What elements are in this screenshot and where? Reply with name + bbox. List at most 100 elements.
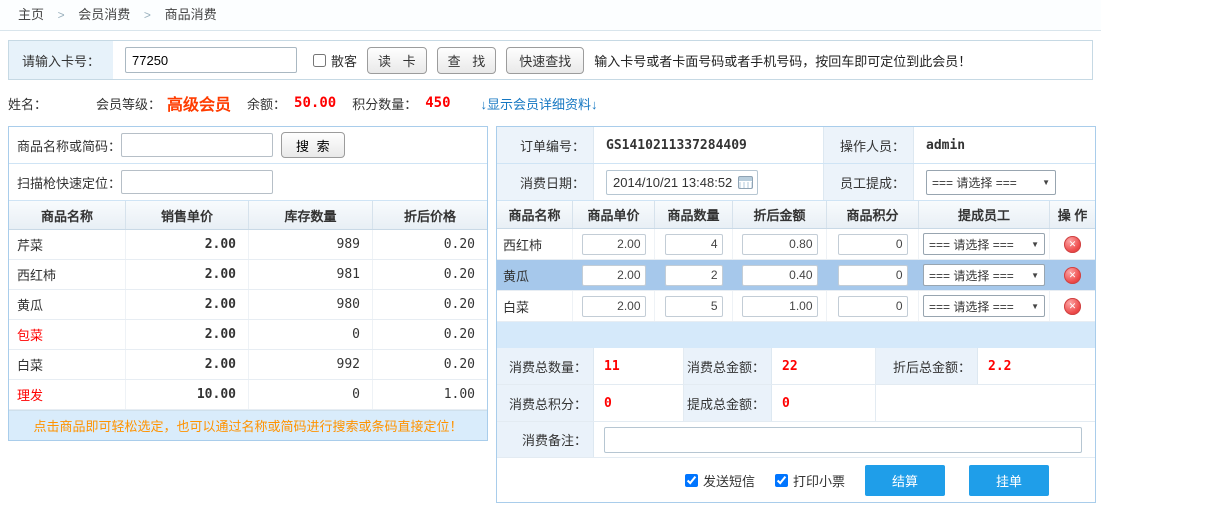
unit-price-input[interactable]	[582, 234, 646, 255]
order-row-selected[interactable]: 黄瓜 === 请选择 === ▼ ✕	[497, 260, 1095, 291]
commission-total-value: 0	[772, 385, 876, 421]
col-action: 操 作	[1050, 201, 1095, 228]
table-row[interactable]: 芹菜 2.00 989 0.20	[9, 230, 487, 260]
table-row[interactable]: 西红柿 2.00 981 0.20	[9, 260, 487, 290]
card-number-input[interactable]	[125, 47, 297, 73]
discount-amount-input[interactable]	[742, 296, 818, 317]
breadcrumb-goods-consume[interactable]: 商品消费	[165, 7, 217, 22]
read-card-button[interactable]: 读 卡	[367, 47, 427, 74]
row-staff-select[interactable]: === 请选择 === ▼	[923, 233, 1045, 255]
sale-price: 2.00	[126, 260, 249, 289]
product-table-header: 商品名称 销售单价 库存数量 折后价格	[9, 201, 487, 230]
commission-total-label: 提成总金额：	[684, 385, 772, 421]
consume-date-value: 2014/10/21 13:48:52	[607, 175, 738, 190]
print-ticket-checkbox[interactable]	[775, 474, 788, 487]
lookup-hint: 输入卡号或者卡面号码或者手机号码，按回车即可定位到此会员！	[594, 51, 971, 70]
discount-price: 1.00	[373, 380, 487, 409]
points-value: 450	[425, 95, 450, 111]
product-search-input[interactable]	[121, 133, 273, 157]
table-row[interactable]: 白菜 2.00 992 0.20	[9, 350, 487, 380]
discount-amount-input[interactable]	[742, 265, 818, 286]
order-row[interactable]: 白菜 === 请选择 === ▼ ✕	[497, 291, 1095, 322]
row-staff-select[interactable]: === 请选择 === ▼	[923, 264, 1045, 286]
breadcrumb-home[interactable]: 主页	[18, 7, 44, 22]
scan-locate-row: 扫描枪快速定位：	[9, 164, 487, 201]
delete-row-icon[interactable]: ✕	[1064, 298, 1081, 315]
discount-amount-input[interactable]	[742, 234, 818, 255]
order-row[interactable]: 西红柿 === 请选择 === ▼ ✕	[497, 229, 1095, 260]
operator-value: admin	[914, 127, 1095, 163]
row-staff-select-value: === 请选择 ===	[929, 298, 1014, 315]
points-input[interactable]	[838, 265, 908, 286]
product-name: 白菜	[9, 350, 126, 379]
delete-row-icon[interactable]: ✕	[1064, 267, 1081, 284]
consume-date-input[interactable]: 2014/10/21 13:48:52	[606, 170, 758, 195]
sale-price: 2.00	[126, 290, 249, 319]
staff-commission-label: 员工提成：	[824, 164, 914, 200]
product-name: 黄瓜	[9, 290, 126, 319]
breadcrumb-member-consume[interactable]: 会员消费	[78, 7, 130, 22]
product-search-row: 商品名称或简码： 搜 索	[9, 127, 487, 164]
balance-value: 50.00	[294, 95, 336, 111]
sale-price: 2.00	[126, 320, 249, 349]
find-button[interactable]: 查 找	[437, 47, 497, 74]
unit-price-input[interactable]	[582, 265, 646, 286]
guest-label: 散客	[331, 51, 357, 70]
total-amount-label: 消费总金额：	[684, 348, 772, 384]
settle-button[interactable]: 结算	[865, 465, 945, 496]
total-points-value: 0	[594, 385, 684, 421]
summary-row-2: 消费总积分： 0 提成总金额： 0	[497, 385, 1095, 422]
staff-commission-select-value: === 请选择 ===	[932, 174, 1017, 191]
main-content: 商品名称或简码： 搜 索 扫描枪快速定位： 商品名称 销售单价 库存数量 折后价…	[8, 126, 1213, 503]
order-no-label: 订单编号：	[497, 127, 594, 163]
points-label: 积分数量：	[352, 94, 417, 113]
print-ticket-label: 打印小票	[793, 471, 845, 490]
points-input[interactable]	[838, 296, 908, 317]
product-name: 芹菜	[9, 230, 126, 259]
spacer-band	[497, 322, 1095, 348]
staff-commission-select[interactable]: === 请选择 === ▼	[926, 170, 1056, 195]
row-staff-select[interactable]: === 请选择 === ▼	[923, 295, 1045, 317]
qty-input[interactable]	[665, 234, 723, 255]
order-panel: 订单编号： GS1410211337284409 操作人员： admin 消费日…	[496, 126, 1096, 503]
total-amount-value: 22	[772, 348, 876, 384]
discount-total-value: 2.2	[978, 348, 1095, 384]
send-sms-group[interactable]: 发送短信	[685, 471, 755, 490]
remark-row: 消费备注：	[497, 422, 1095, 458]
product-name: 西红柿	[9, 260, 126, 289]
send-sms-checkbox[interactable]	[685, 474, 698, 487]
chevron-right-icon: >	[144, 8, 151, 22]
card-lookup-bar: 请输入卡号： 散客 读 卡 查 找 快速查找 输入卡号或者卡面号码或者手机号码，…	[8, 40, 1093, 80]
qty-input[interactable]	[665, 296, 723, 317]
hold-order-button[interactable]: 挂单	[969, 465, 1049, 496]
chevron-down-icon: ▼	[1042, 178, 1050, 187]
table-row[interactable]: 包菜 2.00 0 0.20	[9, 320, 487, 350]
table-row[interactable]: 理发 10.00 0 1.00	[9, 380, 487, 410]
remark-input[interactable]	[604, 427, 1082, 453]
print-ticket-group[interactable]: 打印小票	[775, 471, 845, 490]
stock-qty: 989	[249, 230, 373, 259]
quick-find-button[interactable]: 快速查找	[506, 47, 584, 74]
scan-locate-input[interactable]	[121, 170, 273, 194]
breadcrumb: 主页 > 会员消费 > 商品消费	[0, 0, 1101, 31]
date-staff-row: 消费日期： 2014/10/21 13:48:52 员工提成： === 请选择 …	[497, 164, 1095, 201]
points-input[interactable]	[838, 234, 908, 255]
guest-checkbox-group[interactable]: 散客	[313, 51, 357, 70]
delete-row-icon[interactable]: ✕	[1064, 236, 1081, 253]
show-member-detail-link[interactable]: ↓显示会员详细资料↓	[481, 94, 598, 113]
order-product-name: 西红柿	[497, 229, 573, 259]
sale-price: 10.00	[126, 380, 249, 409]
guest-checkbox[interactable]	[313, 54, 326, 67]
send-sms-label: 发送短信	[703, 471, 755, 490]
chevron-down-icon: ▼	[1031, 302, 1039, 311]
col-product-name: 商品名称	[9, 201, 126, 229]
discount-total-label: 折后总金额：	[876, 348, 978, 384]
stock-qty: 981	[249, 260, 373, 289]
search-button[interactable]: 搜 索	[281, 132, 345, 158]
qty-input[interactable]	[665, 265, 723, 286]
discount-price: 0.20	[373, 230, 487, 259]
table-row[interactable]: 黄瓜 2.00 980 0.20	[9, 290, 487, 320]
unit-price-input[interactable]	[582, 296, 646, 317]
summary-empty-cell	[876, 385, 1095, 421]
calendar-icon[interactable]	[738, 176, 753, 189]
